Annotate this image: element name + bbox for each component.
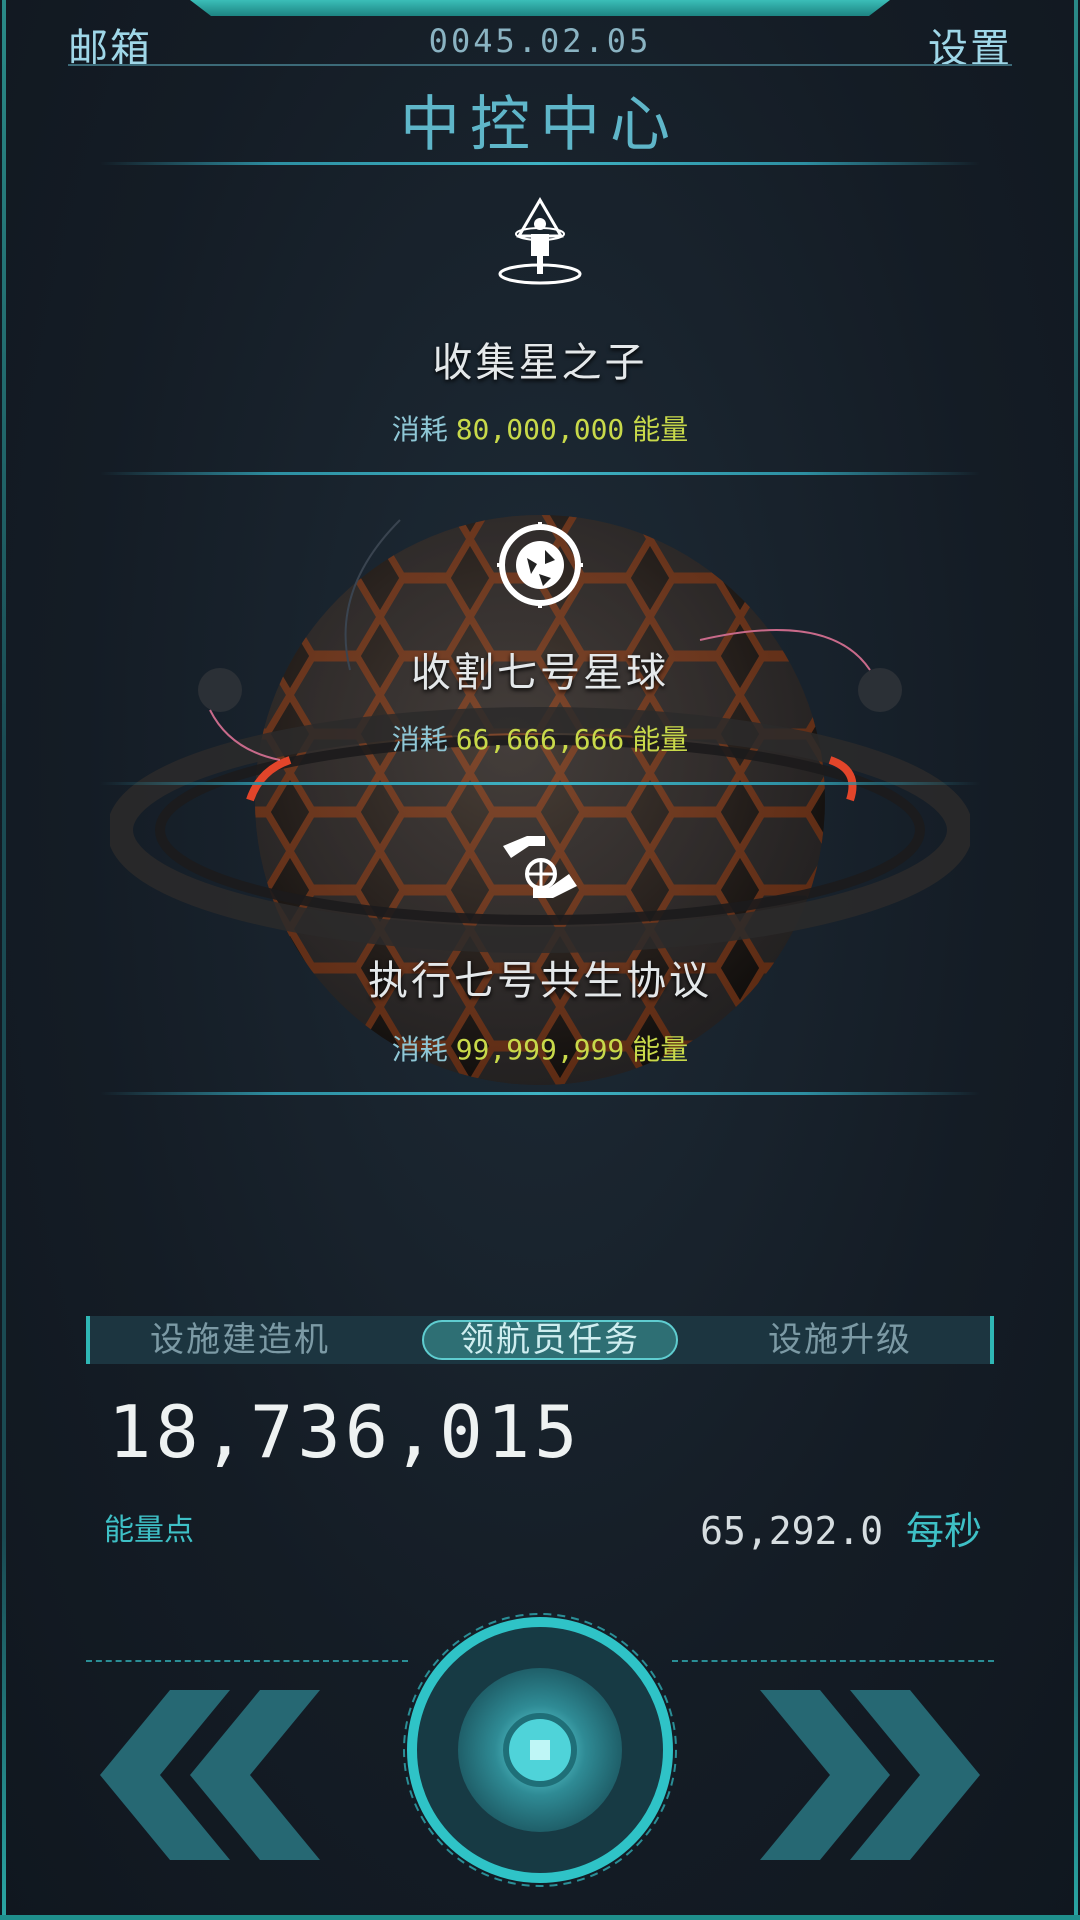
frame-top-bar <box>190 0 890 16</box>
game-date: 0045.02.05 <box>428 22 652 60</box>
mission-cost: 消耗 80,000,000 能量 <box>0 408 1080 448</box>
tab-facility-builder[interactable]: 设施建造机 <box>110 1320 370 1360</box>
dashed-divider-right <box>672 1660 994 1662</box>
rate-unit: 每秒 <box>905 1509 982 1553</box>
center-action-button[interactable] <box>400 1610 680 1890</box>
header-divider <box>68 64 1012 66</box>
cost-value: 66,666,666 <box>455 723 625 756</box>
tab-bar: 设施建造机 领航员任务 设施升级 <box>86 1316 994 1364</box>
mission-name: 收集星之子 <box>432 340 648 386</box>
cosmic-figure-icon <box>498 197 582 285</box>
cost-label: 消耗 <box>391 1033 448 1066</box>
mission-cost: 消耗 99,999,999 能量 <box>0 1028 1080 1068</box>
dashed-divider-left <box>86 1660 408 1662</box>
tab-facility-upgrade[interactable]: 设施升级 <box>730 1320 950 1360</box>
chevron-left-icon[interactable] <box>100 1690 320 1860</box>
rate-value: 65,292.0 <box>700 1509 884 1553</box>
title-separator <box>100 162 980 165</box>
mission-cost: 消耗 66,666,666 能量 <box>0 718 1080 758</box>
cost-label: 消耗 <box>391 413 448 446</box>
mission-separator <box>100 472 980 475</box>
mission-name: 执行七号共生协议 <box>368 958 712 1004</box>
tab-navigator-missions[interactable]: 领航员任务 <box>422 1320 678 1360</box>
mission-separator <box>100 782 980 785</box>
mission-name: 收割七号星球 <box>411 650 669 696</box>
cost-unit: 能量 <box>632 413 689 446</box>
cost-label: 消耗 <box>391 723 448 756</box>
hand-globe-icon <box>503 836 577 898</box>
cost-value: 99,999,999 <box>455 1033 625 1066</box>
mission-separator <box>100 1092 980 1095</box>
energy-label: 能量点 <box>104 1513 194 1548</box>
energy-total: 18,736,015 <box>108 1390 582 1474</box>
chevron-right-icon[interactable] <box>760 1690 980 1860</box>
cost-unit: 能量 <box>632 1033 689 1066</box>
game-screen: 邮箱 0045.02.05 设置 中控中心 收集星之子 消耗 80,000,00… <box>0 0 1080 1920</box>
energy-rate: 65,292.0 每秒 <box>700 1500 982 1555</box>
frame-bottom-edge <box>0 1915 1080 1920</box>
cost-value: 80,000,000 <box>455 413 625 446</box>
page-title: 中控中心 <box>400 90 680 160</box>
mech-planet-icon <box>497 522 583 608</box>
cost-unit: 能量 <box>632 723 689 756</box>
